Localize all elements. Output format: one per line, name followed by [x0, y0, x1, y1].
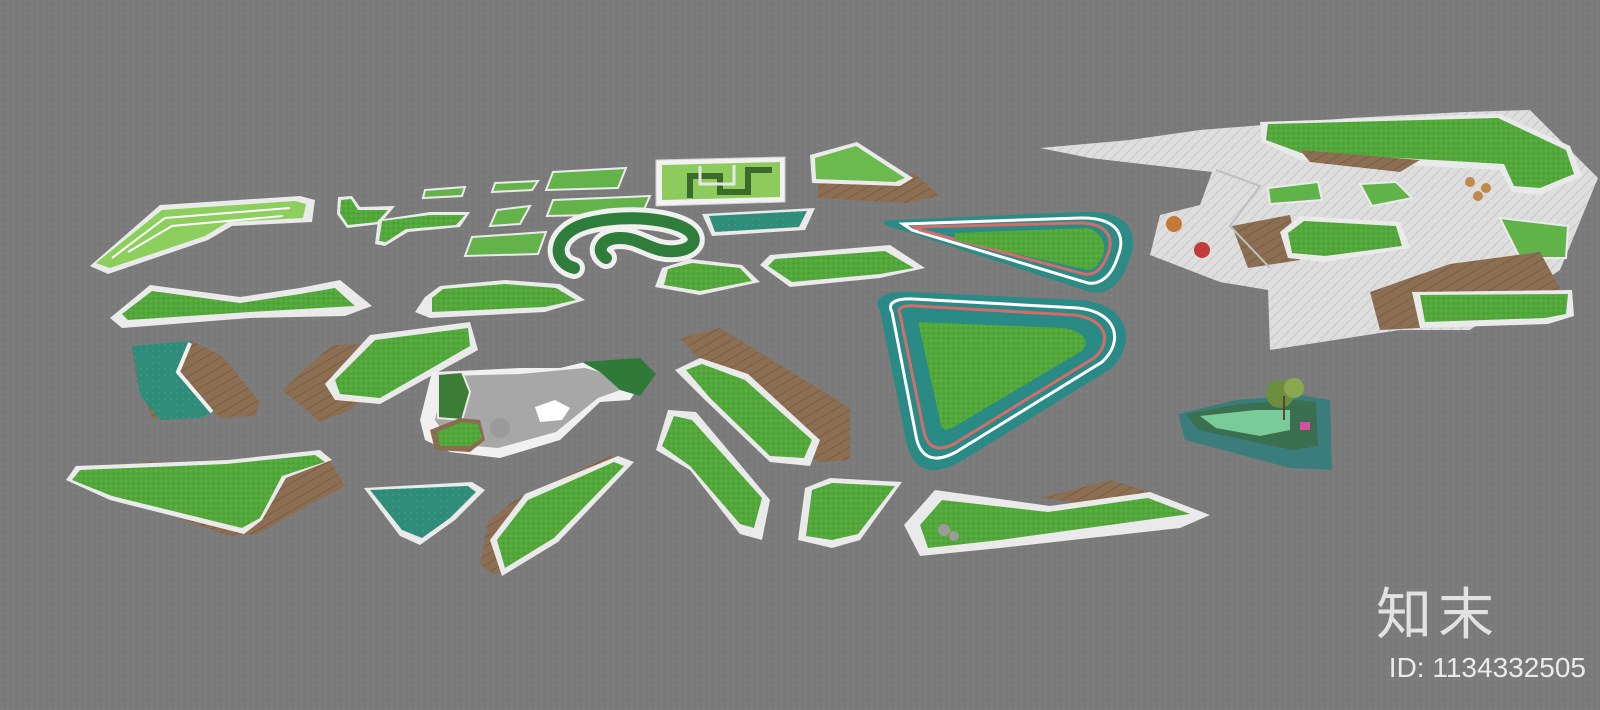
watermark-id: ID: 1134332505: [1388, 652, 1586, 683]
landscape-scene: 知末 ID: 1134332505: [0, 0, 1600, 710]
scene-canvas: [0, 0, 1600, 710]
hedge-maze-block: [655, 156, 786, 207]
ground: [0, 0, 1600, 710]
watermark-brand: 知末: [1376, 583, 1500, 648]
